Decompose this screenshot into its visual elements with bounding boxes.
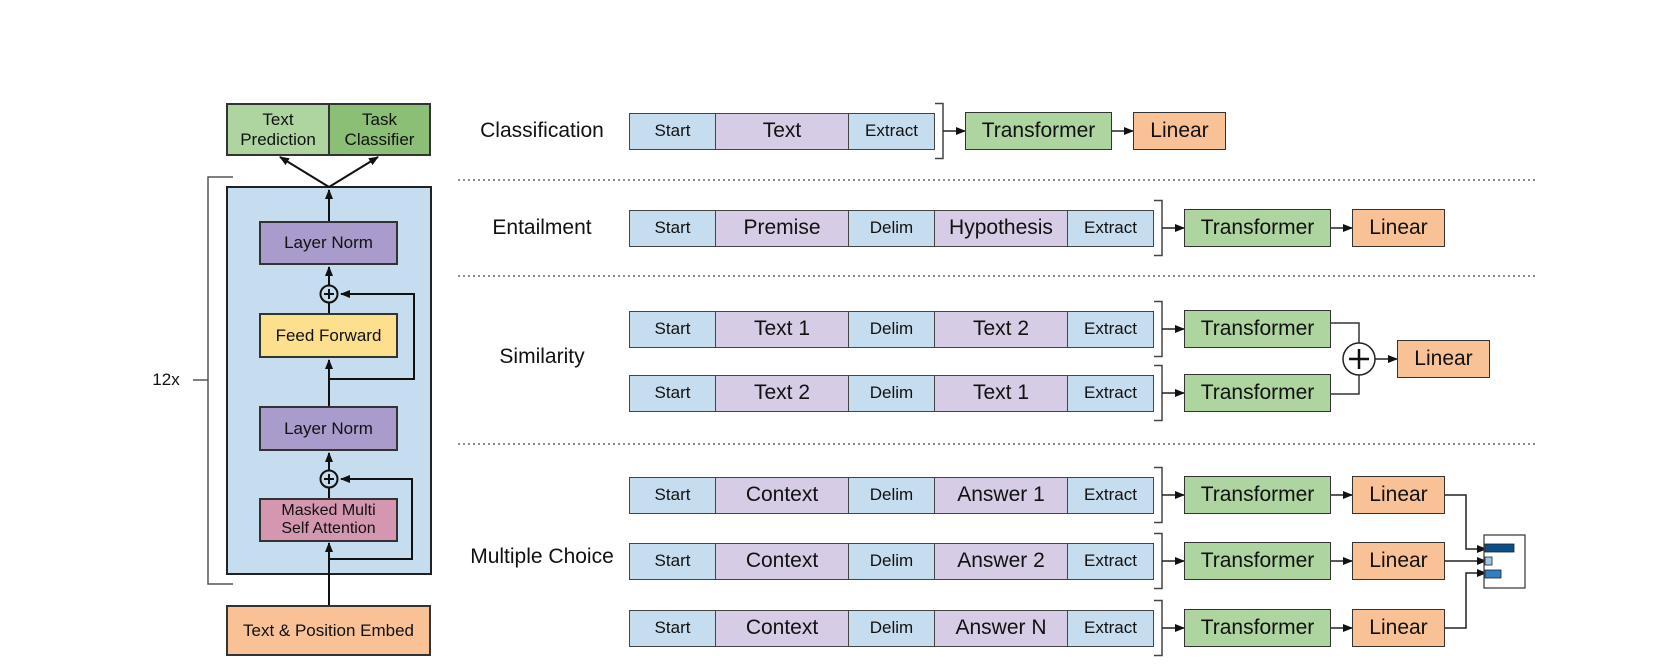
- token-extract: Extract: [1067, 310, 1154, 348]
- token-start: Start: [629, 374, 716, 412]
- task-label: Multiple Choice: [470, 545, 614, 568]
- arrow-to-text-prediction: [279, 156, 330, 188]
- token-extract: Extract: [1067, 374, 1154, 412]
- transformer-block: Transformer: [1184, 476, 1331, 514]
- token-start: Start: [629, 609, 716, 647]
- sequence-bracket: [1154, 199, 1163, 257]
- transformer-block: Transformer: [1184, 209, 1331, 247]
- token-start: Start: [629, 209, 716, 247]
- transformer-block: Transformer: [1184, 310, 1331, 348]
- linear-head: Linear: [1352, 609, 1445, 647]
- linear-head: Linear: [1397, 340, 1490, 378]
- linear-head: Linear: [1352, 476, 1445, 514]
- layer-norm-top: Layer Norm: [259, 221, 398, 265]
- repeat-count-label: 12x: [152, 370, 180, 389]
- token-extract: Extract: [1067, 209, 1154, 247]
- feed-forward-block: Feed Forward: [259, 313, 398, 358]
- mc-linear1-to-softmax: [1445, 494, 1487, 553]
- transformer-block: Transformer: [1184, 542, 1331, 580]
- token-text: Text 2: [934, 310, 1068, 348]
- sequence-bracket: [1154, 466, 1163, 524]
- token-text: Text: [715, 112, 849, 150]
- linear-head: Linear: [1352, 542, 1445, 580]
- token-text: Answer N: [934, 609, 1068, 647]
- masked-self-attention-block: Masked Multi Self Attention: [259, 498, 398, 542]
- token-text: Context: [715, 609, 849, 647]
- task-label: Classification: [480, 119, 604, 142]
- token-start: Start: [629, 542, 716, 580]
- token-delim: Delim: [848, 609, 935, 647]
- sequence-bracket: [1154, 599, 1163, 657]
- token-start: Start: [629, 476, 716, 514]
- token-text: Text 1: [715, 310, 849, 348]
- sequence-bracket: [1154, 532, 1163, 590]
- task-label: Entailment: [492, 216, 592, 239]
- token-delim: Delim: [848, 476, 935, 514]
- token-text: Context: [715, 542, 849, 580]
- token-extract: Extract: [1067, 609, 1154, 647]
- token-text: Context: [715, 476, 849, 514]
- transformer-block: Transformer: [965, 112, 1112, 150]
- arrow-to-task-classifier: [328, 156, 379, 188]
- token-delim: Delim: [848, 310, 935, 348]
- softmax-bar: [1484, 569, 1502, 579]
- token-start: Start: [629, 310, 716, 348]
- token-extract: Extract: [848, 112, 935, 150]
- text-position-embed: Text & Position Embed: [226, 605, 431, 656]
- sequence-bracket: [1154, 300, 1163, 358]
- layer-norm-bottom: Layer Norm: [259, 406, 398, 451]
- linear-head: Linear: [1133, 112, 1226, 150]
- token-extract: Extract: [1067, 476, 1154, 514]
- transformer-block: Transformer: [1184, 374, 1331, 412]
- token-text: Text 2: [715, 374, 849, 412]
- text-prediction-head: Text Prediction: [226, 103, 330, 156]
- token-delim: Delim: [848, 542, 935, 580]
- softmax-bar: [1484, 556, 1493, 566]
- token-text: Answer 1: [934, 476, 1068, 514]
- token-delim: Delim: [848, 374, 935, 412]
- token-start: Start: [629, 112, 716, 150]
- task-classifier-head: Task Classifier: [328, 103, 431, 156]
- softmax-bar: [1484, 543, 1515, 553]
- token-text: Text 1: [934, 374, 1068, 412]
- transformer-block: Transformer: [1184, 609, 1331, 647]
- sequence-bracket: [1154, 364, 1163, 422]
- token-delim: Delim: [848, 209, 935, 247]
- token-extract: Extract: [1067, 542, 1154, 580]
- mc-linearN-to-softmax: [1445, 569, 1487, 629]
- task-label: Similarity: [499, 345, 585, 368]
- linear-head: Linear: [1352, 209, 1445, 247]
- token-text: Premise: [715, 209, 849, 247]
- token-text: Answer 2: [934, 542, 1068, 580]
- token-text: Hypothesis: [934, 209, 1068, 247]
- sequence-bracket: [935, 102, 944, 160]
